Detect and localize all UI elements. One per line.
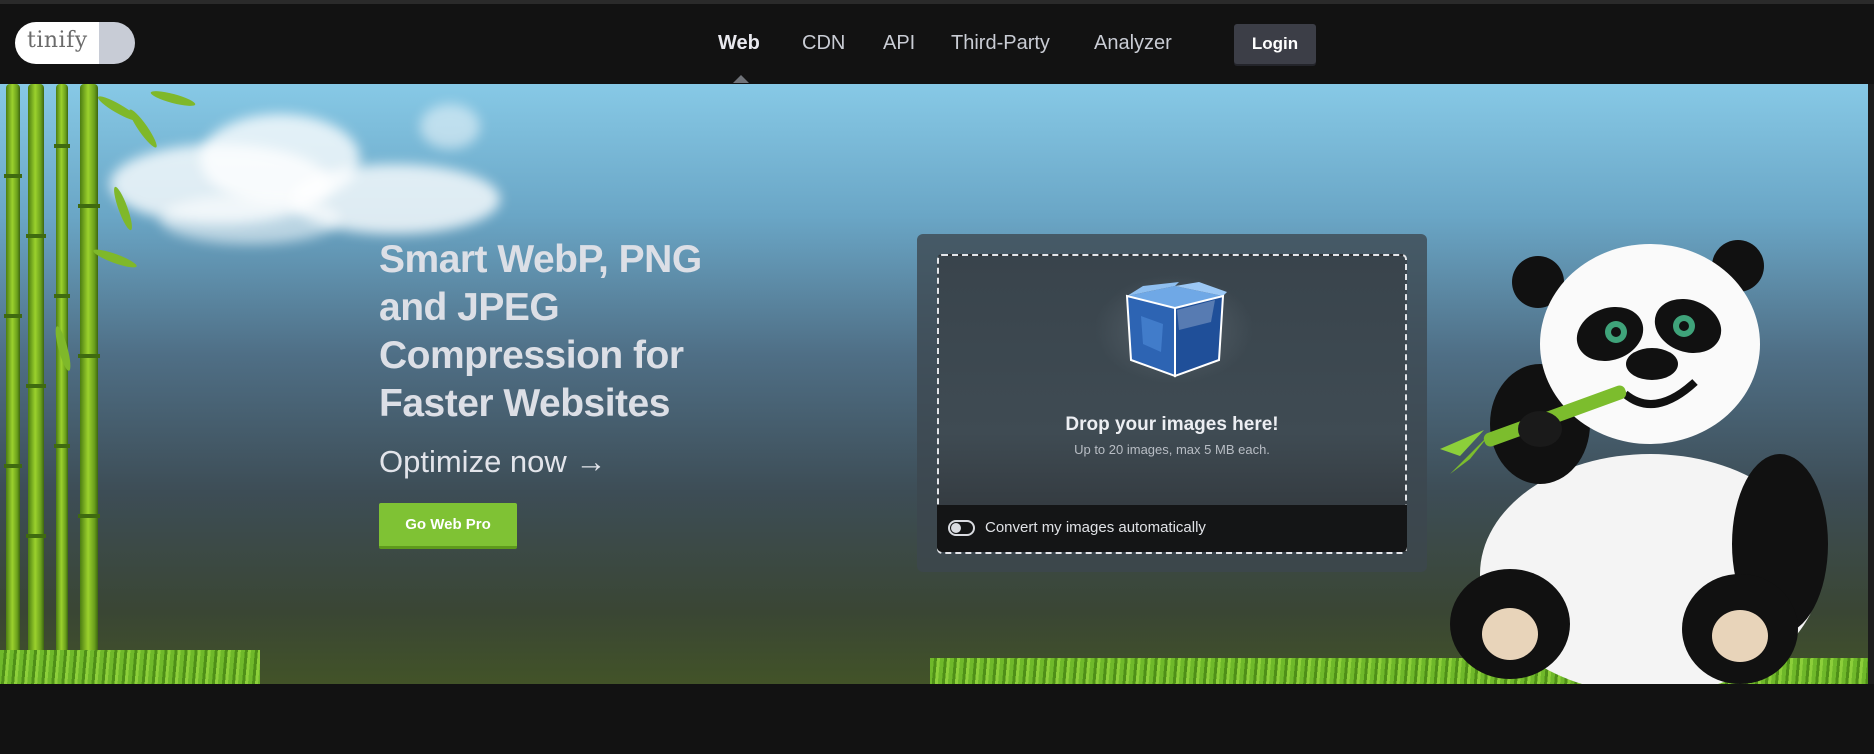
nav-item-cdn[interactable]: CDN <box>802 32 845 55</box>
logo-text: tinify <box>27 28 88 53</box>
upload-panel: Drop your images here! Up to 20 images, … <box>917 234 1427 572</box>
dropzone-title: Drop your images here! <box>1065 414 1279 435</box>
hero-headline: Smart WebP, PNG and JPEG Compression for… <box>379 236 779 428</box>
auto-convert-toggle[interactable] <box>948 520 975 536</box>
hero-section: Smart WebP, PNG and JPEG Compression for… <box>0 84 1868 684</box>
box-icon <box>1125 282 1227 378</box>
login-button[interactable]: Login <box>1234 24 1316 64</box>
headline-line-2: and JPEG <box>379 286 560 329</box>
toggle-knob <box>951 523 961 533</box>
auto-convert-bar: Convert my images automatically <box>937 505 1407 552</box>
top-navigation: tinify Web CDN API Third-Party Analyzer … <box>0 4 1874 84</box>
dropzone-subtitle: Up to 20 images, max 5 MB each. <box>1074 442 1270 457</box>
nav-item-web[interactable]: Web <box>718 32 760 55</box>
nav-item-api[interactable]: API <box>883 32 915 55</box>
go-web-pro-button[interactable]: Go Web Pro <box>379 503 517 549</box>
page-bottom-area <box>0 684 1874 754</box>
scrollbar-gutter <box>1868 84 1874 684</box>
nav-item-third-party[interactable]: Third-Party <box>951 32 1050 55</box>
headline-line-1: Smart WebP, PNG <box>379 238 702 281</box>
headline-line-4: Faster Websites <box>379 382 670 425</box>
auto-convert-label: Convert my images automatically <box>985 519 1206 536</box>
nav-item-analyzer[interactable]: Analyzer <box>1094 32 1172 55</box>
optimize-now-link[interactable]: Optimize now → <box>379 444 606 480</box>
active-nav-indicator <box>733 75 749 83</box>
tinify-logo[interactable]: tinify <box>15 22 135 64</box>
headline-line-3: Compression for <box>379 334 684 377</box>
grass-decoration <box>0 650 260 684</box>
panda-mascot <box>1440 240 1828 684</box>
